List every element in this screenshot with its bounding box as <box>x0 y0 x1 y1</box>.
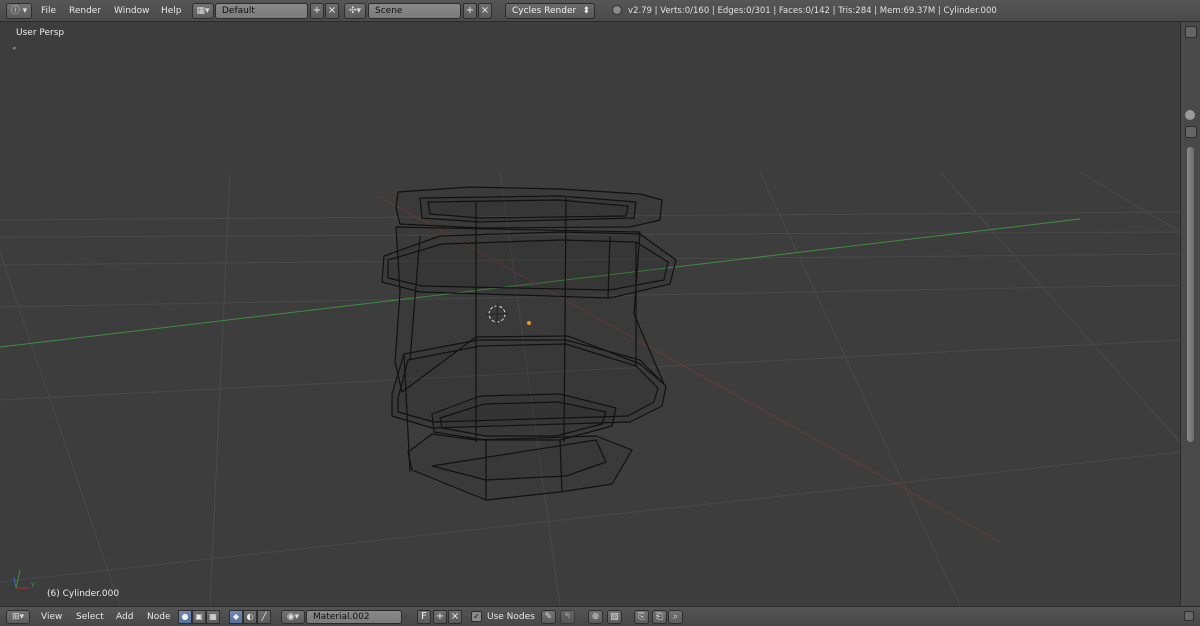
screen-layout-browse-button[interactable]: ▦▾ <box>192 3 214 19</box>
scrollbar-thumb[interactable] <box>1187 147 1194 442</box>
corner-handle-icon[interactable]: ◂ <box>12 44 16 52</box>
menu-view[interactable]: View <box>41 612 62 622</box>
3d-viewport[interactable]: User Persp (6) Cylinder.000 y ◂ <box>0 22 1180 606</box>
scene-icon: ✣▾ <box>348 6 362 16</box>
viewport-canvas <box>0 171 1180 606</box>
use-nodes-checkbox[interactable]: ✓ <box>471 611 482 622</box>
backdrop-icon[interactable]: ✎ <box>541 610 556 624</box>
screen-layout-field[interactable]: Default <box>215 3 308 19</box>
menu-add[interactable]: Add <box>116 612 133 622</box>
info-header: ⓘ ▾ File Render Window Help ▦▾ Default +… <box>0 0 1200 22</box>
use-nodes-label: Use Nodes <box>487 612 535 622</box>
linestyle-shader-icon[interactable]: ╱ <box>257 610 271 624</box>
world-shader-icon[interactable]: ◐ <box>243 610 257 624</box>
compositing-nodes-icon[interactable]: ▣ <box>192 610 206 624</box>
zoom-icon[interactable]: ⌕ <box>668 610 683 624</box>
scene-remove-button[interactable]: × <box>478 3 492 19</box>
active-object-label: (6) Cylinder.000 <box>47 589 120 599</box>
scroll-top-handle-icon[interactable] <box>1185 110 1195 120</box>
material-browse-button[interactable]: ◉▾ <box>281 610 305 624</box>
menu-file[interactable]: File <box>41 6 56 16</box>
editor-type-button[interactable]: ⓘ ▾ <box>6 3 32 19</box>
node-editor-header: ⊞▾ View Select Add Node ● ▣ ▦ ◆ ◐ ╱ ◉▾ M… <box>0 606 1200 626</box>
tool-shelf-toggle-icon[interactable] <box>1185 126 1197 138</box>
shader-type-group: ● ▣ ▦ <box>178 610 220 624</box>
view-perspective-label: User Persp <box>16 28 65 38</box>
layout-grid-icon: ▦▾ <box>196 6 210 16</box>
render-engine-select[interactable]: Cycles Render ⬍ <box>505 3 595 19</box>
screen-layout-add-button[interactable]: + <box>310 3 324 19</box>
scene-browse-button[interactable]: ✣▾ <box>344 3 366 19</box>
blender-logo-icon <box>612 5 622 15</box>
scene-add-button[interactable]: + <box>463 3 477 19</box>
menu-window[interactable]: Window <box>114 6 150 16</box>
node-editor-icon: ⊞▾ <box>11 612 25 622</box>
object-shader-icon[interactable]: ◆ <box>229 610 243 624</box>
shader-nodes-icon[interactable]: ● <box>178 610 192 624</box>
menu-help[interactable]: Help <box>161 6 182 16</box>
editor-type-button-bottom[interactable]: ⊞▾ <box>6 610 30 624</box>
chevron-updown-icon: ⬍ <box>582 6 590 16</box>
info-icon: ⓘ ▾ <box>10 6 28 16</box>
snap-element-icon[interactable]: ▧ <box>607 610 622 624</box>
menu-node[interactable]: Node <box>147 612 171 622</box>
material-users-count[interactable]: 4 <box>403 612 408 621</box>
cylinder-wireframe <box>381 186 677 501</box>
menu-select[interactable]: Select <box>76 612 104 622</box>
screen-layout-remove-button[interactable]: × <box>325 3 339 19</box>
copy-nodes-icon[interactable]: ⎘ <box>634 610 649 624</box>
region-toggle-icon[interactable] <box>1184 611 1194 621</box>
texture-nodes-icon[interactable]: ▦ <box>206 610 220 624</box>
parent-node-tree-icon[interactable]: ↰ <box>560 610 575 624</box>
snap-icon[interactable]: ⊛ <box>588 610 603 624</box>
material-add-button[interactable]: + <box>433 610 447 624</box>
material-remove-button[interactable]: × <box>448 610 462 624</box>
material-name-field[interactable]: Material.002 <box>306 610 402 624</box>
right-region-strip <box>1180 22 1200 606</box>
fake-user-button[interactable]: F <box>417 610 431 624</box>
properties-toggle-icon[interactable] <box>1185 26 1197 38</box>
material-sphere-icon: ◉▾ <box>286 612 300 622</box>
scene-field[interactable]: Scene <box>368 3 461 19</box>
paste-nodes-icon[interactable]: ⎗ <box>652 610 667 624</box>
menu-render[interactable]: Render <box>69 6 101 16</box>
axis-y-label: y <box>31 580 36 588</box>
scene-statistics: v2.79 | Verts:0/160 | Edges:0/301 | Face… <box>628 6 997 16</box>
shader-object-group: ◆ ◐ ╱ <box>229 610 271 624</box>
object-origin-icon <box>527 321 531 325</box>
